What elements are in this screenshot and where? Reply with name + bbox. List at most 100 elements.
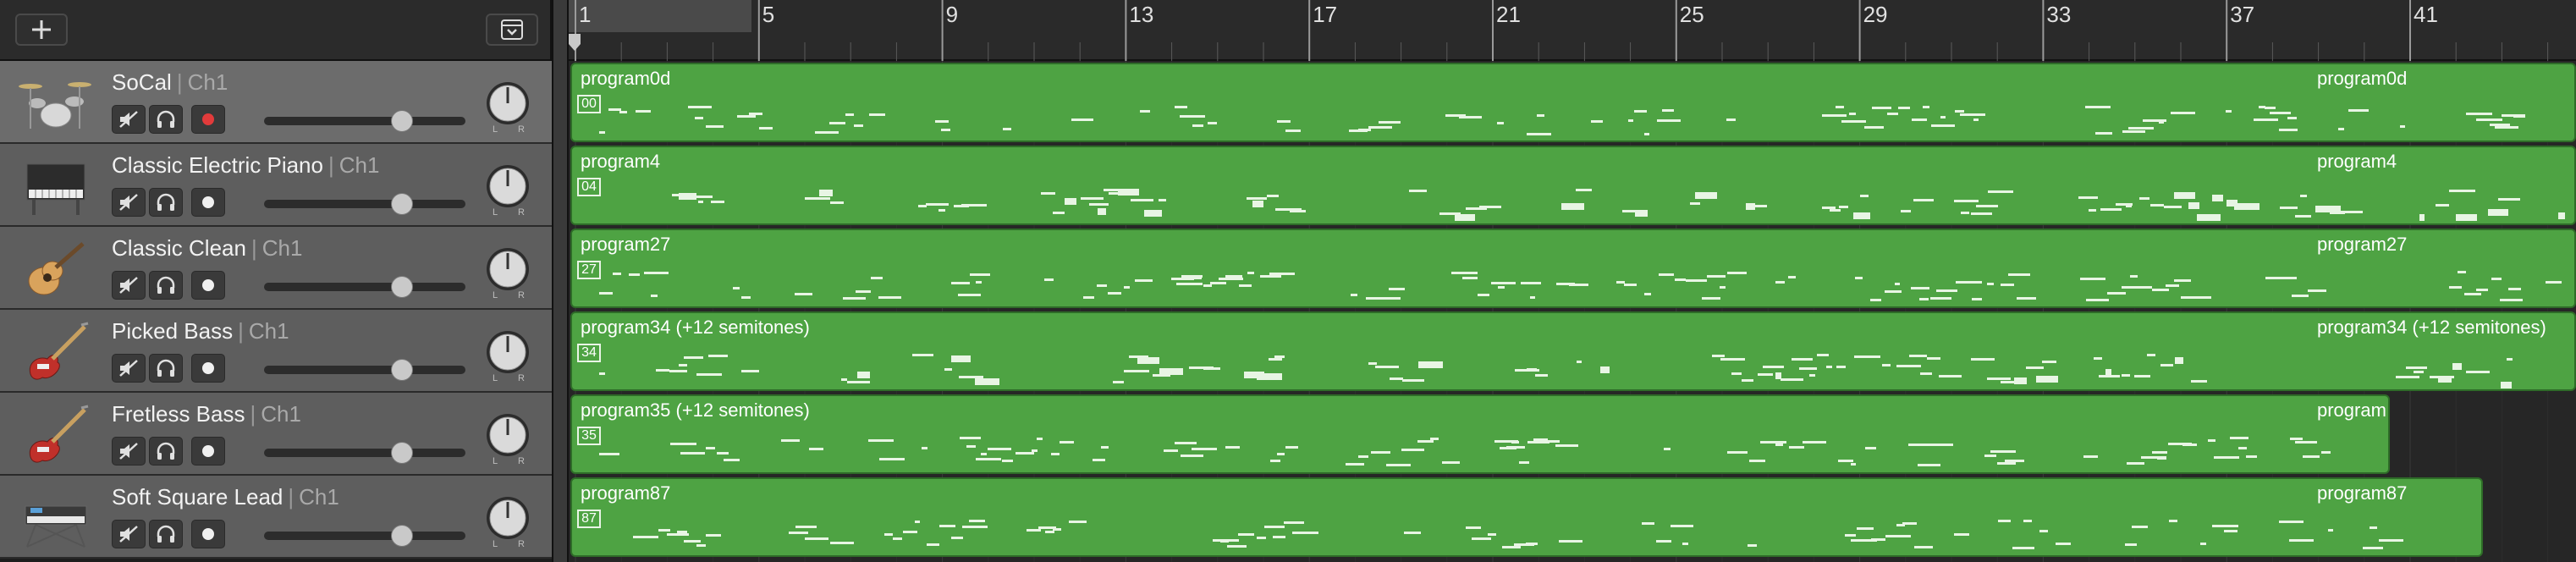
headphones-icon <box>157 110 175 128</box>
volume-slider[interactable] <box>264 442 465 464</box>
volume-slider[interactable] <box>264 525 465 547</box>
pan-knob[interactable]: L R <box>484 245 531 300</box>
plus-icon <box>32 20 51 39</box>
midi-region[interactable]: program34 (+12 semitones) program34 (+12 … <box>570 311 2576 391</box>
volume-slider-handle[interactable] <box>391 193 413 215</box>
volume-slider[interactable] <box>264 110 465 132</box>
track-name[interactable]: Classic Clean <box>112 235 246 261</box>
svg-text:R: R <box>518 207 525 217</box>
region-program-box: 35 <box>577 427 601 445</box>
record-icon <box>202 362 214 374</box>
midi-region[interactable]: program0d program0d 00 <box>570 63 2576 142</box>
bar-number: 5 <box>762 2 775 27</box>
solo-button[interactable] <box>149 271 183 300</box>
solo-button[interactable] <box>149 354 183 383</box>
volume-slider[interactable] <box>264 359 465 381</box>
midi-region[interactable]: program35 (+12 semitones) program 35 <box>570 394 2390 474</box>
svg-text:L: L <box>493 456 498 466</box>
mute-button[interactable] <box>112 271 146 300</box>
mute-button[interactable] <box>112 188 146 217</box>
pan-knob[interactable]: L R <box>484 163 531 217</box>
record-icon <box>202 279 214 291</box>
record-enable-button[interactable] <box>191 520 225 548</box>
svg-text:R: R <box>518 539 525 548</box>
svg-text:L: L <box>493 290 498 300</box>
arrange-area[interactable]: program0d program0d 00 program4 program4 04 pr… <box>569 61 2576 562</box>
bar-number: 17 <box>1313 2 1338 27</box>
solo-button[interactable] <box>149 437 183 466</box>
volume-slider-track <box>264 449 465 457</box>
region-notes <box>599 354 2513 388</box>
track-name-row: SoCal | Ch1 <box>112 69 228 96</box>
record-icon <box>202 528 214 540</box>
track-name[interactable]: SoCal <box>112 69 172 95</box>
headphones-icon <box>157 359 175 377</box>
midi-region[interactable]: program27 program27 27 <box>570 229 2576 308</box>
solo-button[interactable] <box>149 520 183 548</box>
volume-slider-handle[interactable] <box>391 442 413 464</box>
region-loop-name: program27 <box>2317 234 2408 255</box>
track-channel: Ch1 <box>339 152 380 178</box>
track-header[interactable]: Classic Electric Piano | Ch1 L R <box>0 144 552 227</box>
pan-knob[interactable]: L R <box>484 494 531 548</box>
track-name[interactable]: Picked Bass <box>112 318 233 344</box>
region-loop-name: program34 (+12 semitones) <box>2317 317 2546 338</box>
headphones-icon <box>157 442 175 460</box>
headphones-icon <box>157 193 175 211</box>
volume-slider-handle[interactable] <box>391 276 413 298</box>
solo-button[interactable] <box>149 188 183 217</box>
region-name: program4 <box>581 151 661 172</box>
mute-button[interactable] <box>112 105 146 134</box>
track-name[interactable]: Soft Square Lead <box>112 484 283 510</box>
name-separator: | <box>328 152 334 178</box>
bar-ruler[interactable]: 1 5 9 13 17 21 25 29 33 37 41 <box>569 0 2576 61</box>
mute-button[interactable] <box>112 354 146 383</box>
record-enable-button[interactable] <box>191 271 225 300</box>
track-name[interactable]: Fretless Bass <box>112 401 245 427</box>
record-enable-button[interactable] <box>191 354 225 383</box>
volume-slider-track <box>264 200 465 208</box>
add-track-button[interactable] <box>15 14 68 46</box>
track-name[interactable]: Classic Electric Piano <box>112 152 323 178</box>
bass-guitar-icon <box>29 322 89 380</box>
name-separator: | <box>176 69 183 95</box>
record-enable-button[interactable] <box>191 105 225 134</box>
name-separator: | <box>250 401 256 427</box>
cycle-region[interactable] <box>569 0 751 32</box>
ruler-ticks <box>569 0 2549 61</box>
mute-button[interactable] <box>112 437 146 466</box>
track-header[interactable]: SoCal | Ch1 L R <box>0 61 552 144</box>
volume-slider-handle[interactable] <box>391 359 413 381</box>
volume-slider-track <box>264 283 465 291</box>
track-name-row: Classic Clean | Ch1 <box>112 235 302 262</box>
volume-slider[interactable] <box>264 276 465 298</box>
midi-region[interactable]: program87 program87 87 <box>570 477 2483 557</box>
track-header[interactable]: Fretless Bass | Ch1 L R <box>0 393 552 476</box>
track-list-divider[interactable] <box>552 0 569 562</box>
pan-knob[interactable]: L R <box>484 411 531 466</box>
collapse-button[interactable] <box>486 14 538 46</box>
volume-slider-handle[interactable] <box>391 525 413 547</box>
speaker-muted-icon <box>119 526 138 543</box>
midi-region[interactable]: program4 program4 04 <box>570 146 2576 225</box>
track-header[interactable]: Picked Bass | Ch1 L R <box>0 310 552 393</box>
record-enable-button[interactable] <box>191 188 225 217</box>
region-notes <box>633 520 2403 549</box>
pan-knob[interactable]: L R <box>484 328 531 383</box>
track-header[interactable]: Classic Clean | Ch1 L R <box>0 227 552 310</box>
track-header[interactable]: Soft Square Lead | Ch1 L R <box>0 476 552 559</box>
record-enable-button[interactable] <box>191 437 225 466</box>
bar-number: 1 <box>579 2 592 27</box>
bar-number: 41 <box>2414 2 2438 27</box>
bar-number: 29 <box>1863 2 1888 27</box>
volume-slider[interactable] <box>264 193 465 215</box>
volume-slider-handle[interactable] <box>391 110 413 132</box>
pan-knob[interactable]: L R <box>484 80 531 134</box>
mute-button[interactable] <box>112 520 146 548</box>
name-separator: | <box>250 235 257 261</box>
solo-button[interactable] <box>149 105 183 134</box>
playhead-icon[interactable] <box>569 34 581 51</box>
speaker-muted-icon <box>119 277 138 294</box>
region-program-box: 27 <box>577 261 601 279</box>
track-channel: Ch1 <box>261 401 301 427</box>
